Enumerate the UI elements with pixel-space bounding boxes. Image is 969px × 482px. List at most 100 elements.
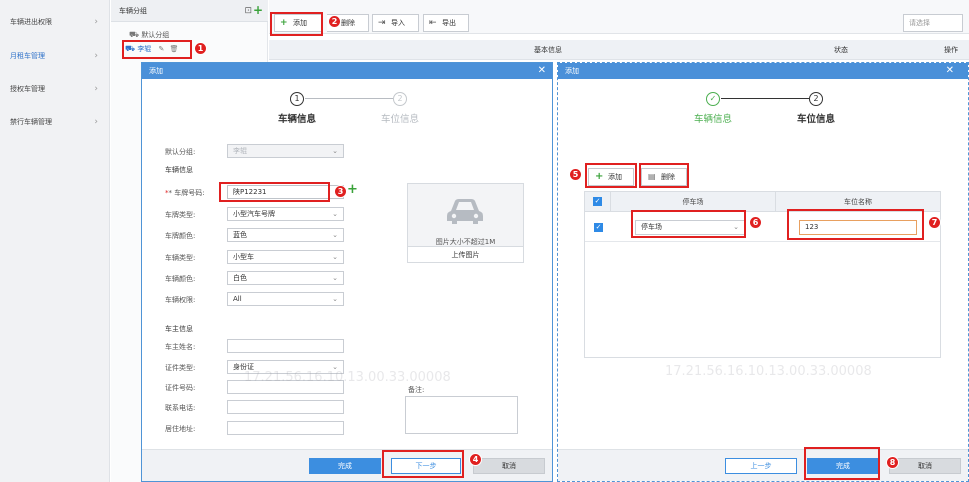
chevron-down-icon: ⌄ [332, 231, 338, 239]
owner-name-input[interactable] [227, 339, 344, 353]
add-plate-plus-icon[interactable]: + [347, 182, 358, 197]
dialog-title: 添加 [149, 67, 163, 75]
filter-select[interactable]: 请选择 [903, 14, 963, 32]
upload-photo-label: 上传图片 [451, 251, 480, 259]
plate-type-value: 小型汽车号牌 [233, 210, 275, 218]
chevron-right-icon: › [94, 84, 98, 94]
watermark: 17.21.56.16.10.13.00.33.00008 [244, 370, 451, 385]
export-button-label: 导出 [442, 19, 456, 27]
plate-label: ** 车牌号码: [165, 189, 205, 197]
chevron-right-icon: › [94, 17, 98, 27]
permission-select[interactable]: All ⌄ [227, 292, 344, 306]
phone-label: 联系电话: [165, 404, 196, 412]
step-badge-1: 1 [194, 42, 207, 55]
chevron-down-icon: ⌄ [332, 253, 338, 261]
highlight-box-space-name [787, 209, 924, 240]
highlight-box-subgroup [122, 40, 192, 59]
vehicle-color-select[interactable]: 白色 ⌄ [227, 271, 344, 285]
plate-color-value: 蓝色 [233, 231, 247, 239]
add-group-icon[interactable]: ⊡ [244, 0, 252, 22]
add-vehicle-dialog: 添加 ✕ 1 2 车辆信息 车位信息 默认分组: 李辊 ⌄ 车辆信息 ** 车牌号码… [141, 62, 553, 482]
sidebar-item-label: 授权车管理 [10, 85, 45, 93]
step-1-check-circle: ✓ [706, 92, 720, 106]
import-button[interactable]: ⇥ 导入 [372, 14, 419, 32]
header-checkbox[interactable]: ✓ [593, 197, 602, 206]
highlight-box-delete-space [639, 163, 689, 188]
default-group-label: 默认分组: [165, 148, 196, 156]
header-checkbox-cell: ✓ [585, 192, 611, 212]
finish-button[interactable]: 完成 [309, 458, 381, 474]
car-icon [447, 199, 483, 224]
step-connector [721, 98, 809, 99]
address-label: 居住地址: [165, 425, 196, 433]
step-badge-7: 7 [928, 216, 941, 229]
prev-step-button[interactable]: 上一步 [725, 458, 797, 474]
import-icon: ⇥ [378, 18, 386, 28]
step-badge-3: 3 [334, 185, 347, 198]
highlight-box-next [382, 450, 464, 478]
plate-type-select[interactable]: 小型汽车号牌 ⌄ [227, 207, 344, 221]
phone-input[interactable] [227, 400, 344, 414]
step-badge-6: 6 [749, 216, 762, 229]
add-parking-dialog: 添加 ✕ ✓ 2 车辆信息 车位信息 + 添加 ▤ 删除 ✓ 停车场 车位名称 ✓ 停… [557, 62, 969, 482]
upload-photo-button[interactable]: 上传图片 [408, 246, 523, 262]
permission-value: All [233, 295, 242, 303]
export-icon: ⇤ [429, 18, 437, 28]
cancel-button[interactable]: 取消 [473, 458, 545, 474]
group-panel-title: 车辆分组 [119, 7, 147, 15]
step-badge-5: 5 [569, 168, 582, 181]
vehicle-color-value: 白色 [233, 274, 247, 282]
remark-textarea[interactable] [405, 396, 518, 434]
import-button-label: 导入 [391, 19, 405, 27]
default-group-select: 李辊 ⌄ [227, 144, 344, 158]
vehicle-type-select[interactable]: 小型车 ⌄ [227, 250, 344, 264]
step-badge-4: 4 [469, 453, 482, 466]
step-1-circle: 1 [290, 92, 304, 106]
vehicle-type-label: 车辆类型: [165, 254, 196, 262]
group-tree-default[interactable]: ⛟ 默认分组 [129, 30, 169, 40]
default-group-value: 李辊 [233, 147, 247, 155]
car-icon: ⛟ [129, 30, 140, 39]
export-button[interactable]: ⇤ 导出 [423, 14, 469, 32]
step-badge-2: 2 [328, 15, 341, 28]
step-1-label: 车辆信息 [693, 114, 732, 125]
step-connector [305, 98, 393, 99]
sidebar-item-monthly[interactable]: 月租车管理 › [0, 39, 110, 73]
col-operation: 操作 [944, 46, 958, 54]
dialog-header: 添加 ✕ [558, 63, 968, 79]
sidebar-item-banned[interactable]: 禁行车辆管理 › [0, 105, 110, 139]
dialog-footer: 完成 下一步 取消 [142, 449, 552, 481]
group-tree-default-label: 默认分组 [141, 31, 170, 39]
step-2-label: 车位信息 [380, 114, 419, 125]
step-2-circle: 2 [809, 92, 823, 106]
dialog-header: 添加 ✕ [142, 63, 552, 79]
sidebar: 车辆进出权限 › 月租车管理 › 授权车管理 › 禁行车辆管理 › [0, 0, 110, 482]
toolbar: + 添加 删除 ⇥ 导入 ⇤ 导出 请选择 [269, 0, 969, 34]
vehicle-type-value: 小型车 [233, 253, 254, 261]
plus-icon[interactable]: + [253, 0, 263, 21]
sidebar-item-label: 车辆进出权限 [10, 18, 52, 26]
plate-color-label: 车牌颜色: [165, 232, 196, 240]
id-no-label: 证件号码: [165, 384, 196, 392]
sidebar-item-authorized[interactable]: 授权车管理 › [0, 72, 110, 106]
plate-color-select[interactable]: 蓝色 ⌄ [227, 228, 344, 242]
dialog-footer: 上一步 完成 取消 [558, 449, 968, 481]
chevron-right-icon: › [94, 51, 98, 61]
highlight-box-finish [804, 447, 880, 480]
close-icon[interactable]: ✕ [538, 63, 546, 78]
filter-select-placeholder: 请选择 [909, 19, 930, 27]
col-parking-lot: 停车场 [611, 192, 776, 212]
address-input[interactable] [227, 421, 344, 435]
id-type-label: 证件类型: [165, 364, 196, 372]
highlight-box-add-space [585, 163, 637, 188]
highlight-box-add [270, 12, 323, 36]
cancel-button[interactable]: 取消 [889, 458, 961, 474]
row-checkbox[interactable]: ✓ [594, 223, 603, 232]
plate-type-label: 车牌类型: [165, 211, 196, 219]
sidebar-item-access[interactable]: 车辆进出权限 › [0, 5, 110, 39]
table-header: 基本信息 状态 操作 [269, 40, 969, 60]
photo-upload-box[interactable]: 图片大小不超过1M 上传图片 [407, 183, 524, 263]
sidebar-item-label: 禁行车辆管理 [10, 118, 52, 126]
section-owner-info: 车主信息 [165, 325, 193, 333]
close-icon[interactable]: ✕ [946, 63, 954, 78]
